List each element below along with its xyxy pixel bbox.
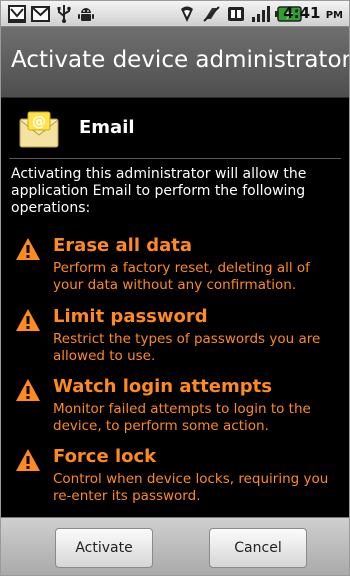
sd-card-icon [226,4,246,23]
usb-icon [54,4,74,23]
button-bar: Activate Cancel [1,517,349,575]
wifi-icon [178,4,196,23]
signal-off-icon [7,4,27,23]
cell-signal-icon [250,4,272,23]
dialog-title-bar: Activate device administrator? [1,27,349,98]
warning-icon [15,308,41,332]
policy-title: Watch login attempts [53,376,272,397]
cancel-button[interactable]: Cancel [209,528,307,568]
policy-description: Monitor failed attempts to login to the … [53,401,311,434]
no-sync-icon [201,4,221,23]
screen: 4:41 PM Activate device administrator? @… [0,0,350,576]
warning-icon [15,237,41,261]
status-bar: 4:41 PM [1,1,349,27]
android-debug-icon [76,4,96,23]
activate-button[interactable]: Activate [55,528,153,568]
app-header: @ Email [1,101,349,156]
dialog-title: Activate device administrator? [11,47,350,73]
divider [9,158,341,159]
policy-title: Erase all data [53,235,193,256]
warning-icon [15,378,41,402]
policy-description: Perform a factory reset, deleting all of… [53,260,310,293]
admin-description: Activating this administrator will allow… [11,166,307,216]
gmail-icon [30,4,50,23]
policy-title: Limit password [53,306,208,327]
warning-icon [15,448,41,472]
policy-description: Restrict the types of passwords you are … [53,331,321,364]
email-app-icon: @ [18,109,60,151]
status-clock: 4:41 PM [283,4,343,22]
app-name: Email [79,117,135,138]
policy-title: Force lock [53,446,157,467]
policy-description: Control when device locks, requiring you… [53,471,329,504]
svg-text:@: @ [32,114,46,130]
